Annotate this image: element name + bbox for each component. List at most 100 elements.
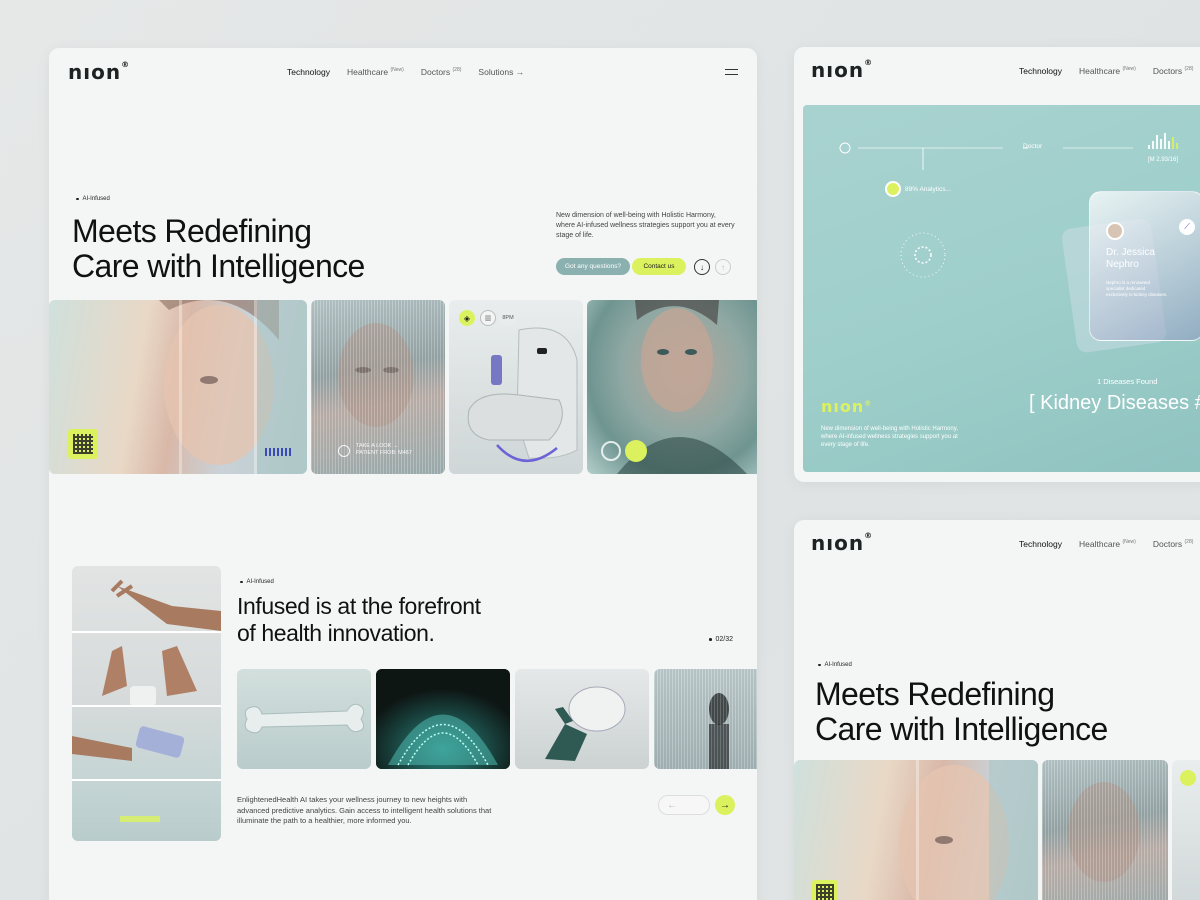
dome-illustration — [376, 669, 510, 769]
nav-doctors[interactable]: Doctors (28) — [421, 67, 462, 77]
doctor-name: Dr. Jessica Nephro — [1106, 247, 1155, 270]
teal-description: New dimension of well-being with Holisti… — [821, 426, 958, 448]
analytics-badge: 89% Analytics... — [885, 181, 951, 197]
time-badge: 8PM — [499, 310, 517, 326]
logo[interactable]: nıon® — [68, 60, 130, 84]
doctor-card[interactable]: ⟋ Dr. Jessica Nephro Nephro is a renowne… — [1089, 191, 1200, 341]
hero-preview-panel: nıon® Technology Healthcare (New) Doctor… — [794, 520, 1200, 900]
nav-technology[interactable]: Technology — [287, 67, 330, 77]
qr-code-icon[interactable] — [68, 429, 98, 459]
doctor-avatar — [1106, 222, 1124, 240]
diagnosis-dashboard: Doctor [M 2.93/16] 89% Analytics... ⟋ Dr… — [803, 105, 1200, 472]
record-icon[interactable] — [601, 441, 621, 461]
top-nav: Technology Healthcare (New) Doctors (28) — [1019, 66, 1193, 76]
logo-text: nıon — [811, 531, 865, 555]
dashboard-panel: nıon® Technology Healthcare (New) Doctor… — [794, 47, 1200, 482]
logo-text: nıon — [68, 60, 122, 84]
bone-card[interactable] — [237, 669, 371, 769]
logo-reg: ® — [864, 58, 874, 68]
device-illustration — [545, 686, 626, 761]
hero-tag: AI-Infused — [76, 196, 110, 202]
section-body: EnlightenedHealth AI takes your wellness… — [237, 795, 492, 825]
gallery-card-patient[interactable] — [1042, 760, 1168, 900]
logo-text: nıon — [811, 58, 865, 82]
section-tag: AI-Infused — [240, 579, 274, 585]
nav-solutions[interactable]: Solutions → — [478, 67, 524, 77]
nav-doctors-label: Doctors — [1152, 539, 1183, 549]
medical-chair-illustration — [467, 327, 578, 462]
nav-healthcare-badge: (New) — [1122, 66, 1136, 73]
contact-us-button[interactable]: Contact us — [632, 258, 686, 275]
chart-icon[interactable]: ▥ — [480, 310, 496, 326]
top-nav: Technology Healthcare (New) Doctors (28)… — [287, 67, 524, 77]
gallery-card-chair[interactable]: ◈ ▥ 8PM — [449, 300, 583, 474]
arrow-down-icon: ↓ — [700, 262, 704, 272]
gallery-card-patient[interactable]: TAKE A LOOK → PATIENT FROB: M467 — [311, 300, 445, 474]
prev-button[interactable]: ← — [658, 795, 710, 815]
reading-value: [M 2.93/16] — [1148, 157, 1179, 163]
nav-doctors-label: Doctors — [420, 67, 451, 77]
nav-healthcare-label: Healthcare — [347, 67, 389, 77]
nav-technology[interactable]: Technology — [1019, 539, 1062, 549]
figure-card[interactable] — [654, 669, 757, 769]
nav-doctors[interactable]: Doctors (28) — [1153, 66, 1194, 76]
qr-code-icon[interactable] — [812, 880, 838, 900]
main-panel: nıon® Technology Healthcare (New) Doctor… — [49, 48, 757, 900]
dome-card[interactable] — [376, 669, 510, 769]
nav-doctors-badge: (28) — [452, 67, 462, 74]
nav-healthcare[interactable]: Healthcare (New) — [347, 67, 404, 77]
layers-icon[interactable]: ◈ — [459, 310, 475, 326]
nav-healthcare-badge: (New) — [1122, 539, 1136, 546]
gallery-card-portrait[interactable] — [49, 300, 307, 474]
patient-caption: TAKE A LOOK → PATIENT FROB: M467 — [356, 443, 412, 456]
logo-reg: ® — [864, 531, 874, 541]
logo-reg: ® — [121, 60, 131, 70]
top-nav: Technology Healthcare (New) Doctors (28) — [1019, 539, 1193, 549]
nav-healthcare[interactable]: Healthcare (New) — [1079, 539, 1136, 549]
disease-name: [ Kidney Diseases # — [1029, 392, 1200, 414]
nav-healthcare[interactable]: Healthcare (New) — [1079, 66, 1136, 76]
analytics-text: 89% Analytics... — [905, 185, 951, 193]
device-card[interactable] — [515, 669, 649, 769]
hero-title: Meets Redefining Care with Intelligence — [72, 213, 365, 284]
next-button[interactable]: → — [715, 795, 735, 815]
nav-healthcare-label: Healthcare — [1079, 539, 1121, 549]
waveform-icon — [265, 448, 291, 456]
nav-doctors[interactable]: Doctors (28) — [1153, 539, 1194, 549]
pin-icon[interactable]: ⟋ — [1179, 219, 1195, 235]
patient-face-illustration — [1068, 782, 1140, 882]
doctor-description: Nephro is a renowned specialist dedicate… — [1106, 280, 1168, 297]
nav-doctors-badge: (28) — [1184, 66, 1194, 73]
section-title: Infused is at the forefront of health in… — [237, 593, 481, 646]
hero-description: New dimension of well-being with Holisti… — [556, 212, 735, 239]
nav-technology[interactable]: Technology — [1019, 66, 1062, 76]
figure-illustration — [709, 693, 729, 769]
hands-illustration — [72, 579, 221, 822]
lime-dot-button[interactable] — [625, 440, 647, 462]
gallery-card-chair[interactable] — [1172, 760, 1200, 900]
nav-doctors-label: Doctors — [1152, 66, 1183, 76]
diseases-found: 1 Diseases Found — [1097, 377, 1158, 386]
logo[interactable]: nıon® — [811, 58, 873, 82]
teal-logo: nıon® — [821, 397, 872, 416]
hero-title: Meets Redefining Care with Intelligence — [815, 676, 1108, 747]
hands-collage-card[interactable] — [72, 566, 221, 841]
nav-healthcare-badge: (New) — [390, 67, 404, 74]
scroll-down-button[interactable]: ↓ — [694, 259, 710, 275]
portrait-illustration — [899, 760, 1038, 900]
got-questions-button[interactable]: Got any questions? — [556, 258, 630, 275]
doctor-avatar-small — [885, 181, 901, 197]
scroll-up-button[interactable]: ↑ — [715, 259, 731, 275]
hamburger-menu-icon[interactable] — [725, 69, 738, 75]
arrow-up-icon: ↑ — [721, 262, 725, 272]
hero-tag: AI-Infused — [818, 662, 852, 668]
play-icon[interactable] — [338, 445, 350, 457]
layers-icon[interactable] — [1180, 770, 1196, 786]
logo[interactable]: nıon® — [811, 531, 873, 555]
arrow-left-icon: ← — [667, 799, 677, 811]
gallery-card-portrait[interactable] — [794, 760, 1038, 900]
slide-counter: 02/32 — [709, 636, 734, 643]
teal-logo-reg: ® — [864, 399, 873, 408]
nav-healthcare-label: Healthcare — [1079, 66, 1121, 76]
gallery-card-woman[interactable] — [587, 300, 757, 474]
